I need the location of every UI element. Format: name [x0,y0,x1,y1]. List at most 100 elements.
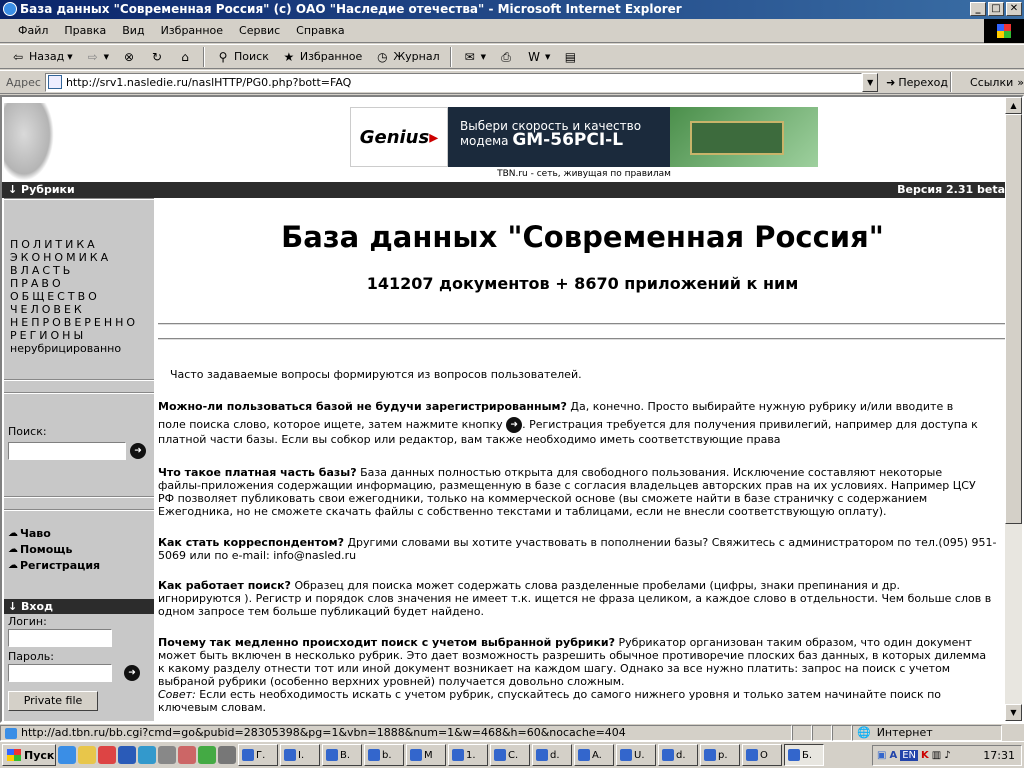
search-input[interactable] [8,442,126,460]
taskbar-button[interactable]: 1. [448,744,488,766]
taskbar-button[interactable]: O [742,744,782,766]
zone-label: Интернет [876,726,933,739]
scroll-up-icon[interactable]: ▲ [1005,97,1022,114]
genius-logo: Genius ▸ [350,107,448,167]
edit-dropdown-icon[interactable]: ▼ [545,53,550,61]
search-button[interactable]: ⚲ Поиск [211,46,273,68]
menu-file[interactable]: Файл [10,24,56,37]
faq-link[interactable]: ☁ Чаво [8,527,51,540]
quicklaunch-app-icon[interactable] [138,746,156,764]
forward-button[interactable]: ⇨ ▼ [81,46,113,68]
stop-button[interactable]: ⊗ [117,46,141,68]
print-button[interactable]: ⎙ [494,46,518,68]
clock[interactable]: 17:31 [983,749,1021,762]
scroll-thumb[interactable] [1005,114,1022,524]
tray-language-indicator[interactable]: EN [900,750,919,761]
links-button[interactable]: Ссылки [970,76,1013,89]
vertical-scrollbar[interactable]: ▲ ▼ [1005,97,1022,721]
maximize-button[interactable]: □ [988,2,1004,16]
password-input[interactable] [8,664,112,682]
taskbar-button[interactable]: B. [322,744,362,766]
stop-icon: ⊗ [123,49,135,64]
ad-banner[interactable]: Genius ▸ Выбери скорость и качество модем… [350,107,818,167]
taskbar-button[interactable]: d. [658,744,698,766]
tray-font-icon[interactable]: A [889,750,897,761]
menu-edit[interactable]: Правка [56,24,114,37]
back-button[interactable]: ⇦ Назад ▼ [6,46,77,68]
quicklaunch-folder-icon[interactable] [78,746,96,764]
minimize-button[interactable]: _ [970,2,986,16]
mail-dropdown-icon[interactable]: ▼ [481,53,486,61]
home-button[interactable]: ⌂ [173,46,197,68]
quicklaunch-app-icon[interactable] [198,746,216,764]
taskbar-button[interactable]: d. [532,744,572,766]
faq-answer-5-line3: к какому разделу отнести тот или иной до… [158,662,951,675]
tray-antivirus-icon[interactable]: K [921,750,929,761]
taskbar-button[interactable]: I. [280,744,320,766]
rubric-law[interactable]: ПРАВО [4,277,154,290]
taskbar-button-active[interactable]: Б. [784,744,824,766]
menu-bar: Файл Правка Вид Избранное Сервис Справка [0,19,1024,43]
go-label: Переход [898,75,949,89]
taskbar-button[interactable]: A. [574,744,614,766]
tray-app-icon[interactable]: ▥ [932,750,941,761]
private-file-button[interactable]: Private file [8,691,98,711]
quicklaunch-ie-icon[interactable] [58,746,76,764]
menu-tools[interactable]: Сервис [231,24,288,37]
rubric-economy[interactable]: ЭКОНОМИКА [4,251,154,264]
close-button[interactable]: ✕ [1006,2,1022,16]
menu-view[interactable]: Вид [114,24,152,37]
history-label: Журнал [393,50,440,63]
refresh-button[interactable]: ↻ [145,46,169,68]
faq-item-4: Как работает поиск? Образец для поиска м… [158,579,1007,618]
links-chevron-icon[interactable]: » [1017,76,1024,89]
forward-dropdown-icon[interactable]: ▼ [104,53,109,61]
back-dropdown-icon[interactable]: ▼ [67,53,72,61]
address-dropdown-icon[interactable]: ▼ [862,72,879,92]
favorites-button[interactable]: ★ Избранное [277,46,366,68]
task-icon [284,749,296,761]
task-label: Г. [256,749,266,761]
quicklaunch-app-icon[interactable] [98,746,116,764]
taskbar-button[interactable]: b. [364,744,404,766]
rubric-power[interactable]: ВЛАСТЬ [4,264,154,277]
mail-button[interactable]: ✉ ▼ [458,46,490,68]
rubric-politics[interactable]: ПОЛИТИКА [4,238,154,251]
go-button[interactable]: ➜ Переход [886,76,948,89]
login-go-icon[interactable]: ➜ [124,665,140,681]
address-input[interactable]: http://srv1.nasledie.ru/naslHTTP/PG0.php… [44,72,863,92]
rubric-society[interactable]: ОБЩЕСТВО [4,290,154,303]
start-button[interactable]: Пуск [2,744,56,766]
rubric-uncategorized[interactable]: нерубрицированно [4,342,154,355]
edit-button[interactable]: W ▼ [522,46,554,68]
discuss-button[interactable]: ▤ [558,46,582,68]
faq-answer-1-line2: поле поиска слово, которое ищете, затем … [158,418,503,431]
menu-help[interactable]: Справка [288,24,352,37]
taskbar-button[interactable]: Г. [238,744,278,766]
taskbar-button[interactable]: M [406,744,446,766]
back-arrow-icon: ⇦ [12,49,24,64]
taskbar-button[interactable]: C. [490,744,530,766]
register-link[interactable]: ☁ Регистрация [8,559,100,572]
task-icon [746,749,758,761]
rubric-unverified[interactable]: НЕПРОВЕРЕННО [4,316,154,329]
login-input[interactable] [8,629,112,647]
tray-network-icon[interactable]: ▣ [877,750,886,761]
taskbar-button[interactable]: p. [700,744,740,766]
help-link[interactable]: ☁ Помощь [8,543,72,556]
rubric-person[interactable]: ЧЕЛОВЕК [4,303,154,316]
tray-volume-icon[interactable]: ♪ [944,750,950,761]
scroll-down-icon[interactable]: ▼ [1005,704,1022,721]
quicklaunch-app-icon[interactable] [158,746,176,764]
quicklaunch-app-icon[interactable] [218,746,236,764]
task-icon [452,749,464,761]
taskbar-button[interactable]: U. [616,744,656,766]
quicklaunch-app-icon[interactable] [178,746,196,764]
rubric-regions[interactable]: РЕГИОНЫ [4,329,154,342]
quicklaunch-word-icon[interactable] [118,746,136,764]
history-button[interactable]: ◷ Журнал [370,46,443,68]
addressbar-separator [950,72,953,92]
menu-favorites[interactable]: Избранное [153,24,231,37]
faq-answer-5-line4: выбраной рубрики (особенно верхних уровн… [158,675,625,688]
search-go-icon[interactable]: ➜ [130,443,146,459]
